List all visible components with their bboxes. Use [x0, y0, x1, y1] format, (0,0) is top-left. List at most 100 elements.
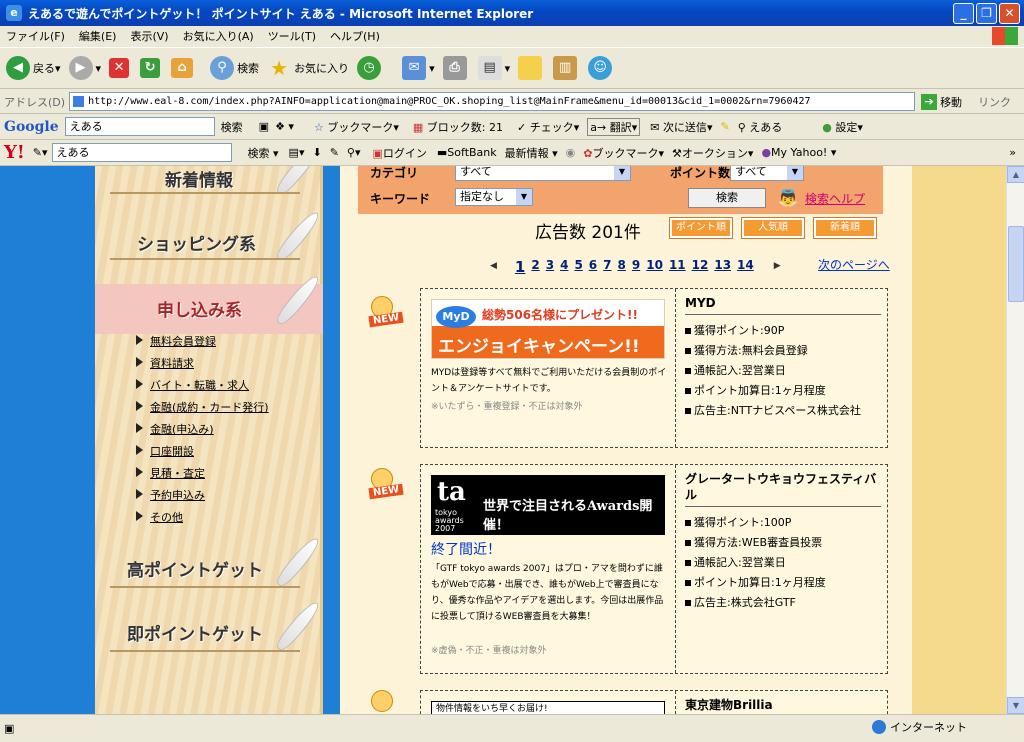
page-link-1[interactable]: 1	[515, 258, 525, 276]
history-button[interactable]: ◷	[357, 56, 384, 80]
page-link-6[interactable]: 6	[589, 258, 597, 276]
next-page-link[interactable]: 次のページへ	[818, 256, 890, 273]
ad-name[interactable]: MYD	[685, 295, 881, 315]
sidebar-item-reservation[interactable]: 予約申込み	[136, 487, 205, 503]
scroll-thumb[interactable]	[1008, 226, 1024, 302]
ad-name[interactable]: グレータートウキョウフェスティバル	[685, 471, 881, 507]
ad-banner-gtf[interactable]: ta tokyo awards 2007 世界で注目されるAwards開催！	[431, 475, 665, 535]
menu-view[interactable]: 表示(V)	[130, 28, 168, 44]
yahoo-tool-icon-3[interactable]: ✎	[330, 146, 339, 159]
google-news-icon[interactable]: ▣	[259, 120, 269, 133]
home-button[interactable]: ⌂	[171, 58, 196, 78]
scroll-down-icon[interactable]: ▼	[1007, 697, 1024, 714]
popup-blocker-button[interactable]: ▦ ブロック数: 21	[413, 119, 503, 135]
forward-button[interactable]: ▶ ▾	[68, 56, 101, 80]
spellcheck-button[interactable]: ✓ チェック▾	[517, 119, 579, 135]
scroll-up-icon[interactable]: ▲	[1007, 166, 1024, 183]
messenger-button[interactable]: ☺	[588, 56, 615, 80]
google-search-input[interactable]: えある	[64, 117, 215, 136]
go-button[interactable]: ➔ 移動	[921, 93, 962, 110]
mail-button[interactable]: ✉ ▾	[402, 56, 435, 80]
yahoo-bookmark-button[interactable]: ✿ブックマーク▾	[583, 145, 664, 161]
page-link-3[interactable]: 3	[546, 258, 554, 276]
google-bookmark-button[interactable]: ☆ ブックマーク▾	[314, 119, 399, 135]
vertical-scrollbar[interactable]: ▲ ▼	[1006, 166, 1024, 714]
search-button[interactable]: ⚲ 検索	[210, 56, 259, 80]
refresh-button[interactable]: ↻	[140, 58, 163, 78]
points-select[interactable]: すべて ▼	[730, 166, 804, 181]
links-label[interactable]: リンク	[978, 94, 1011, 110]
highlight-button[interactable]: ✎	[720, 120, 729, 133]
sidebar-high-points[interactable]: 高ポイントゲット	[95, 534, 323, 594]
sidebar-item-request[interactable]: 資料請求	[136, 355, 194, 371]
translate-button[interactable]: a→ 翻訳▾	[587, 117, 641, 136]
sidebar-item-estimate[interactable]: 見積・査定	[136, 465, 205, 481]
yahoo-login-button[interactable]: ▣ログイン	[372, 145, 426, 161]
stop-button[interactable]: ✕	[109, 58, 132, 78]
page-link-12[interactable]: 12	[692, 258, 709, 276]
sort-points-button[interactable]: ポイント順	[669, 217, 733, 239]
sidebar-item-jobs[interactable]: バイト・転職・求人	[136, 377, 249, 393]
menu-tools[interactable]: ツール(T)	[268, 28, 316, 44]
softbank-button[interactable]: ▬SoftBank	[437, 146, 497, 159]
sidebar-apply[interactable]: 申し込み系	[95, 272, 323, 334]
close-button[interactable]: ✕	[999, 3, 1020, 24]
yahoo-tool-icon-4[interactable]: ⚲▾	[347, 146, 361, 159]
yahoo-globe-icon[interactable]: ◉	[566, 146, 576, 159]
discuss-button[interactable]	[518, 56, 545, 80]
page-link-4[interactable]: 4	[560, 258, 568, 276]
sidebar-item-account[interactable]: 口座開設	[136, 443, 194, 459]
sidebar-instant-points[interactable]: 即ポイントゲット	[95, 598, 323, 660]
back-button[interactable]: ◀ 戻る ▾	[6, 56, 61, 80]
yahoo-news-button[interactable]: 最新情報 ▾	[505, 145, 558, 161]
yahoo-tool-icon-1[interactable]: ▤▾	[289, 146, 305, 159]
menu-file[interactable]: ファイル(F)	[6, 28, 65, 44]
page-link-14[interactable]: 14	[737, 258, 754, 276]
prev-page-icon[interactable]: ◀	[490, 258, 497, 276]
page-link-9[interactable]: 9	[632, 258, 640, 276]
print-button[interactable]: ⎙	[442, 56, 470, 80]
sort-popular-button[interactable]: 人気順	[741, 217, 805, 239]
myyahoo-button[interactable]: ●My Yahoo! ▾	[761, 146, 836, 159]
search-submit-button[interactable]: 検索	[688, 188, 766, 208]
page-link-13[interactable]: 13	[714, 258, 731, 276]
sort-new-button[interactable]: 新着順	[813, 217, 877, 239]
page-link-10[interactable]: 10	[646, 258, 663, 276]
highlight-term-button[interactable]: ⚲ えある	[738, 119, 783, 135]
send-to-button[interactable]: ✉ 次に送信▾	[650, 119, 712, 135]
next-page-icon[interactable]: ▶	[774, 258, 781, 276]
ad-name[interactable]: 東京建物Brillia	[685, 697, 881, 714]
keyword-select[interactable]: 指定なし ▼	[455, 188, 533, 206]
address-input[interactable]: http://www.eal-8.com/index.php?AINFO=app…	[69, 92, 916, 111]
research-button[interactable]: ▥	[553, 56, 580, 80]
search-help-link[interactable]: 検索ヘルプ	[805, 190, 865, 207]
sidebar-item-free-signup[interactable]: 無料会員登録	[136, 333, 216, 349]
ad-banner-brillia[interactable]: 物件情報をいち早くお届け!	[431, 701, 665, 714]
google-search-button[interactable]: 検索	[221, 119, 243, 135]
yahoo-tool-icon-2[interactable]: ⬇	[312, 146, 321, 159]
edit-button[interactable]: ▤ ▾	[477, 56, 510, 80]
google-puzzle-icon[interactable]: ❖ ▾	[275, 120, 294, 133]
menu-favorites[interactable]: お気に入り(A)	[183, 28, 254, 44]
sidebar-new[interactable]: 新着情報	[95, 166, 323, 198]
toolbar-overflow-icon[interactable]: »	[1009, 146, 1016, 159]
sidebar-item-finance-contract[interactable]: 金融(成約・カード発行)	[136, 399, 269, 415]
yahoo-search-button[interactable]: 検索 ▾	[248, 145, 279, 161]
settings-button[interactable]: ● 設定▾	[822, 119, 863, 135]
page-link-5[interactable]: 5	[574, 258, 582, 276]
favorites-button[interactable]: ★ お気に入り	[267, 56, 349, 80]
page-link-11[interactable]: 11	[669, 258, 686, 276]
maximize-button[interactable]: ❐	[976, 3, 997, 24]
page-link-8[interactable]: 8	[618, 258, 626, 276]
page-link-7[interactable]: 7	[603, 258, 611, 276]
yahoo-search-input[interactable]: えある	[51, 143, 232, 162]
menu-edit[interactable]: 編集(E)	[79, 28, 117, 44]
minimize-button[interactable]: _	[953, 3, 974, 24]
yahoo-pen-icon[interactable]: ✎▾	[33, 146, 48, 159]
category-select[interactable]: すべて ▼	[455, 166, 631, 181]
auction-button[interactable]: ⚒オークション▾	[672, 145, 753, 161]
sidebar-item-other[interactable]: その他	[136, 509, 183, 525]
page-link-2[interactable]: 2	[531, 258, 539, 276]
ad-banner-myd[interactable]: MyD 総勢506名様にプレゼント!! エンジョイキャンペーン!!	[431, 299, 665, 359]
yahoo-logo[interactable]: Y!	[4, 142, 25, 163]
